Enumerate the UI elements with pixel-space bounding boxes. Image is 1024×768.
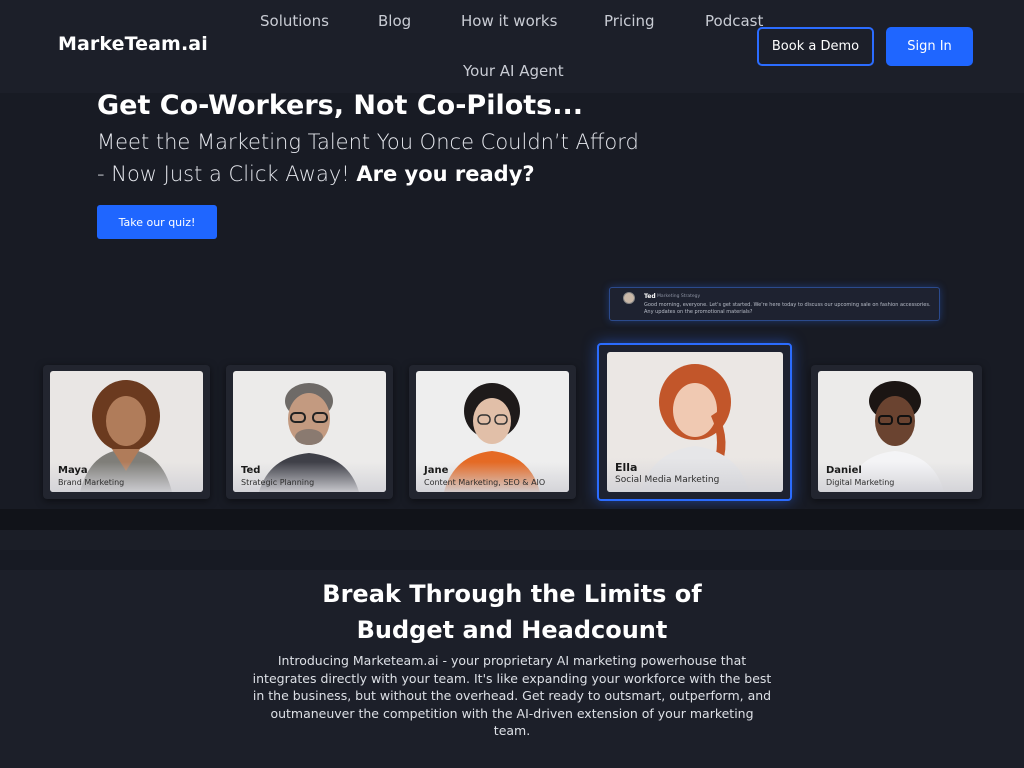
section-title: Break Through the Limits of Budget and H… (0, 576, 1024, 648)
hero-subtitle-line1: Meet the Marketing Talent You Once Could… (97, 130, 639, 154)
nav-podcast[interactable]: Podcast (705, 12, 763, 30)
hero-subtitle-strong: Are you ready? (356, 162, 535, 186)
agent-photo-jane: Jane Content Marketing, SEO & AIO (416, 371, 569, 492)
agent-card-ted[interactable]: Ted Strategic Planning (226, 365, 393, 499)
agent-photo-daniel: Daniel Digital Marketing (818, 371, 973, 492)
chat-message-bubble: Ted Marketing Strategy Good morning, eve… (609, 287, 940, 321)
sign-in-button[interactable]: Sign In (886, 27, 973, 66)
agent-role: Content Marketing, SEO & AIO (424, 478, 546, 487)
chat-avatar (623, 292, 635, 304)
hero-subtitle-line2: - Now Just a Click Away! (97, 162, 350, 186)
agent-role: Strategic Planning (241, 478, 315, 487)
agent-role: Social Media Marketing (615, 475, 720, 485)
agent-card-maya[interactable]: Maya Brand Marketing (43, 365, 210, 499)
agent-name: Daniel (826, 465, 862, 476)
nav-blog[interactable]: Blog (378, 12, 411, 30)
agent-card-daniel[interactable]: Daniel Digital Marketing (811, 365, 982, 499)
chat-sender-role: Marketing Strategy (657, 294, 701, 299)
section-title-line2: Budget and Headcount (356, 616, 668, 644)
chat-message-text: Good morning, everyone. Let's get starte… (644, 302, 931, 315)
nav-solutions[interactable]: Solutions (260, 12, 329, 30)
section-description: Introducing Marketeam.ai - your propriet… (252, 653, 772, 739)
agent-photo-ted: Ted Strategic Planning (233, 371, 386, 492)
take-quiz-button[interactable]: Take our quiz! (97, 205, 217, 239)
nav-pricing[interactable]: Pricing (604, 12, 655, 30)
agent-role: Brand Marketing (58, 478, 125, 487)
divider-band (0, 530, 1024, 550)
site-header: MarkeTeam.ai Solutions Blog How it works… (0, 0, 1024, 93)
agent-name: Ella (615, 461, 638, 474)
break-through-section: Break Through the Limits of Budget and H… (0, 570, 1024, 768)
hero-subtitle: Meet the Marketing Talent You Once Could… (97, 126, 657, 190)
section-title-line1: Break Through the Limits of (322, 580, 702, 608)
book-demo-button[interactable]: Book a Demo (757, 27, 874, 66)
agent-photo-ella: Ella Social Media Marketing (607, 352, 783, 492)
site-logo[interactable]: MarkeTeam.ai (58, 33, 208, 55)
agent-role: Digital Marketing (826, 478, 895, 487)
agent-photo-maya: Maya Brand Marketing (50, 371, 203, 492)
agent-card-ella[interactable]: Ella Social Media Marketing (597, 343, 792, 501)
agent-name: Maya (58, 465, 88, 476)
divider-band (0, 509, 1024, 530)
nav-how-it-works[interactable]: How it works (461, 12, 557, 30)
nav-your-ai-agent[interactable]: Your AI Agent (463, 62, 564, 80)
hero-subtitle-line2-wrap: - Now Just a Click Away! Are you ready? (97, 158, 657, 190)
agent-name: Ted (241, 465, 261, 476)
chat-sender-name: Ted (644, 293, 656, 300)
agent-card-jane[interactable]: Jane Content Marketing, SEO & AIO (409, 365, 576, 499)
agent-name: Jane (424, 465, 449, 476)
hero-title: Get Co-Workers, Not Co-Pilots... (97, 90, 584, 121)
